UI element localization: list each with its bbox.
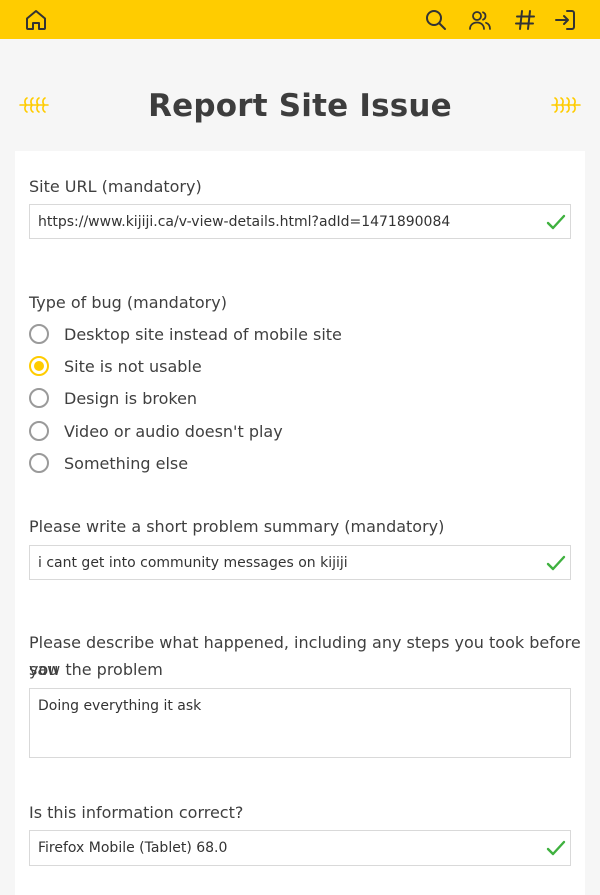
radio-label: Site is not usable <box>64 356 202 376</box>
description-textarea[interactable]: Doing everything it ask <box>29 688 571 758</box>
radio-button[interactable] <box>29 421 49 441</box>
radio-label: Design is broken <box>64 388 198 408</box>
bug-option-not-usable[interactable]: Site is not usable <box>29 353 202 379</box>
radio-label: Video or audio doesn't play <box>64 421 283 441</box>
page-title: Report Site Issue <box>148 88 452 124</box>
users-icon[interactable] <box>467 7 493 33</box>
bug-type-label: Type of bug (mandatory) <box>29 293 227 312</box>
browser-info-field[interactable]: Firefox Mobile (Tablet) 68.0 <box>29 830 571 866</box>
site-url-label: Site URL (mandatory) <box>29 177 202 196</box>
summary-label: Please write a short problem summary (ma… <box>29 517 445 536</box>
browser-info-label: Is this information correct? <box>29 803 244 822</box>
top-nav-bar <box>0 0 600 39</box>
bug-option-desktop-site[interactable]: Desktop site instead of mobile site <box>29 321 342 347</box>
summary-field[interactable]: i cant get into community messages on ki… <box>29 545 571 580</box>
browser-info-value: Firefox Mobile (Tablet) 68.0 <box>38 840 228 856</box>
home-icon[interactable] <box>23 7 49 33</box>
check-icon <box>546 555 566 570</box>
bug-option-something-else[interactable]: Something else <box>29 450 188 476</box>
bug-option-design-broken[interactable]: Design is broken <box>29 385 197 411</box>
bug-option-video-audio[interactable]: Video or audio doesn't play <box>29 418 283 444</box>
check-icon <box>546 840 566 856</box>
description-label-line2: saw the problem <box>29 660 163 679</box>
title-row: Report Site Issue <box>0 84 600 132</box>
summary-value: i cant get into community messages on ki… <box>38 554 348 571</box>
laurel-icon <box>551 97 581 113</box>
radio-button[interactable] <box>29 324 49 344</box>
radio-button[interactable] <box>29 388 49 408</box>
site-url-field[interactable]: https://www.kijiji.ca/v-view-details.htm… <box>29 204 571 239</box>
radio-button[interactable] <box>29 453 49 473</box>
login-icon[interactable] <box>552 7 578 33</box>
check-icon <box>546 214 566 229</box>
radio-label: Something else <box>64 453 189 473</box>
search-icon[interactable] <box>423 7 449 33</box>
radio-label: Desktop site instead of mobile site <box>64 324 342 344</box>
radio-button-selected[interactable] <box>29 356 49 376</box>
site-url-value: https://www.kijiji.ca/v-view-details.htm… <box>38 213 451 230</box>
hashtag-icon[interactable] <box>512 7 538 33</box>
